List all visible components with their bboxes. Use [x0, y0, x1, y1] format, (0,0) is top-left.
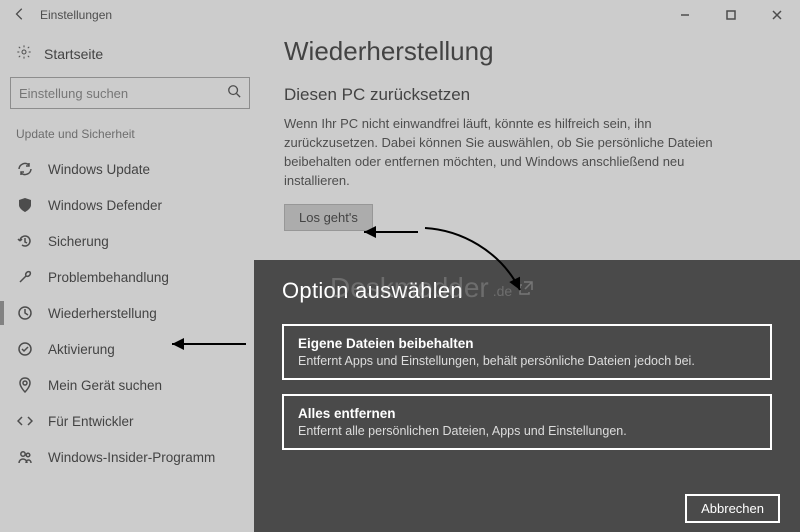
option-title: Alles entfernen [298, 406, 756, 421]
cancel-button[interactable]: Abbrechen [685, 494, 780, 523]
dialog-title: Option auswählen [282, 278, 772, 304]
option-title: Eigene Dateien beibehalten [298, 336, 756, 351]
option-description: Entfernt alle persönlichen Dateien, Apps… [298, 424, 756, 438]
settings-window: Einstellungen Startseite Update und Sich… [0, 0, 800, 532]
option-description: Entfernt Apps und Einstellungen, behält … [298, 354, 756, 368]
option-dialog: Option auswählen Eigene Dateien beibehal… [254, 260, 800, 532]
option-keep-files[interactable]: Eigene Dateien beibehalten Entfernt Apps… [282, 324, 772, 380]
option-remove-everything[interactable]: Alles entfernen Entfernt alle persönlich… [282, 394, 772, 450]
